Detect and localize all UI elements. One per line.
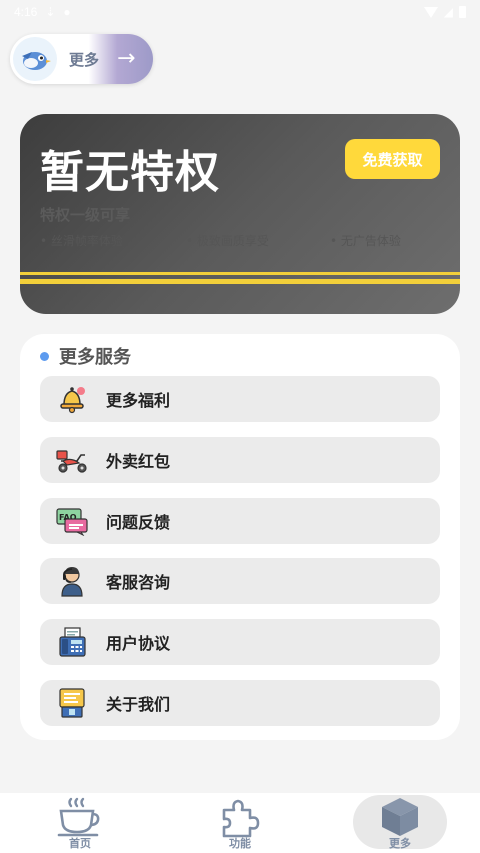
- service-item-support[interactable]: 客服咨询: [40, 558, 440, 604]
- card-stripe: [20, 272, 460, 275]
- more-pill-label: 更多: [69, 50, 100, 69]
- faq-icon: FAQ: [54, 503, 90, 539]
- nav-label: 更多: [389, 837, 411, 850]
- signal-icon: ◢: [443, 5, 453, 19]
- service-label: 问题反馈: [106, 513, 171, 532]
- battery-icon: [459, 6, 466, 18]
- service-label: 关于我们: [106, 695, 171, 714]
- about-icon: [54, 685, 90, 721]
- settings-dot-icon: ●: [63, 5, 71, 19]
- services-panel: 更多服务 更多福利 外卖红包 FAQ 问题反馈 客服咨询 用户协议 关于我们: [20, 334, 460, 740]
- service-item-feedback[interactable]: FAQ 问题反馈: [40, 498, 440, 544]
- download-icon: ⇣: [45, 5, 56, 19]
- nav-item-home[interactable]: 首页: [32, 793, 128, 853]
- service-item-agreement[interactable]: 用户协议: [40, 619, 440, 665]
- privilege-feature: 极致画质享受: [186, 232, 269, 249]
- privilege-title: 暂无特权: [40, 147, 220, 198]
- coffee-cup-icon: [57, 797, 103, 837]
- card-stripe: [20, 279, 460, 284]
- service-label: 客服咨询: [106, 573, 171, 592]
- get-free-button[interactable]: 免费获取: [345, 139, 440, 179]
- nav-item-features[interactable]: 功能: [192, 793, 288, 853]
- status-bar: 4:16 ⇣ ● ◢: [0, 0, 480, 24]
- more-pill-button[interactable]: 更多 →: [10, 34, 153, 84]
- nav-label: 首页: [69, 837, 91, 850]
- service-label: 外卖红包: [106, 452, 171, 471]
- service-item-benefits[interactable]: 更多福利: [40, 376, 440, 422]
- service-item-takeout[interactable]: 外卖红包: [40, 437, 440, 483]
- privilege-features: 丝滑帧率体验 极致画质享受 无广告体验: [40, 232, 460, 250]
- service-label: 更多福利: [106, 391, 171, 410]
- privilege-subtitle: 特权一级可享: [40, 206, 131, 224]
- nav-label: 功能: [229, 837, 251, 850]
- scooter-icon: [54, 442, 90, 478]
- bell-icon: [54, 381, 90, 417]
- bottom-nav: 首页 功能 更多: [0, 793, 480, 853]
- cube-icon: [379, 797, 421, 837]
- privilege-feature: 丝滑帧率体验: [40, 232, 123, 249]
- services-title: 更多服务: [59, 347, 131, 368]
- fax-icon: [54, 624, 90, 660]
- wifi-icon: [423, 6, 438, 18]
- services-header: 更多服务: [40, 344, 131, 368]
- privilege-card: 暂无特权 免费获取 特权一级可享 丝滑帧率体验 极致画质享受 无广告体验: [20, 114, 460, 314]
- status-time: 4:16: [14, 5, 38, 19]
- nav-item-more[interactable]: 更多: [352, 793, 448, 853]
- arrow-right-icon: →: [117, 46, 136, 71]
- privilege-feature: 无广告体验: [330, 232, 401, 249]
- section-dot: [40, 351, 49, 361]
- customer-service-icon: [54, 563, 90, 599]
- service-label: 用户协议: [106, 634, 171, 653]
- service-item-about[interactable]: 关于我们: [40, 680, 440, 726]
- puzzle-icon: [218, 797, 262, 838]
- bird-avatar: [13, 37, 57, 81]
